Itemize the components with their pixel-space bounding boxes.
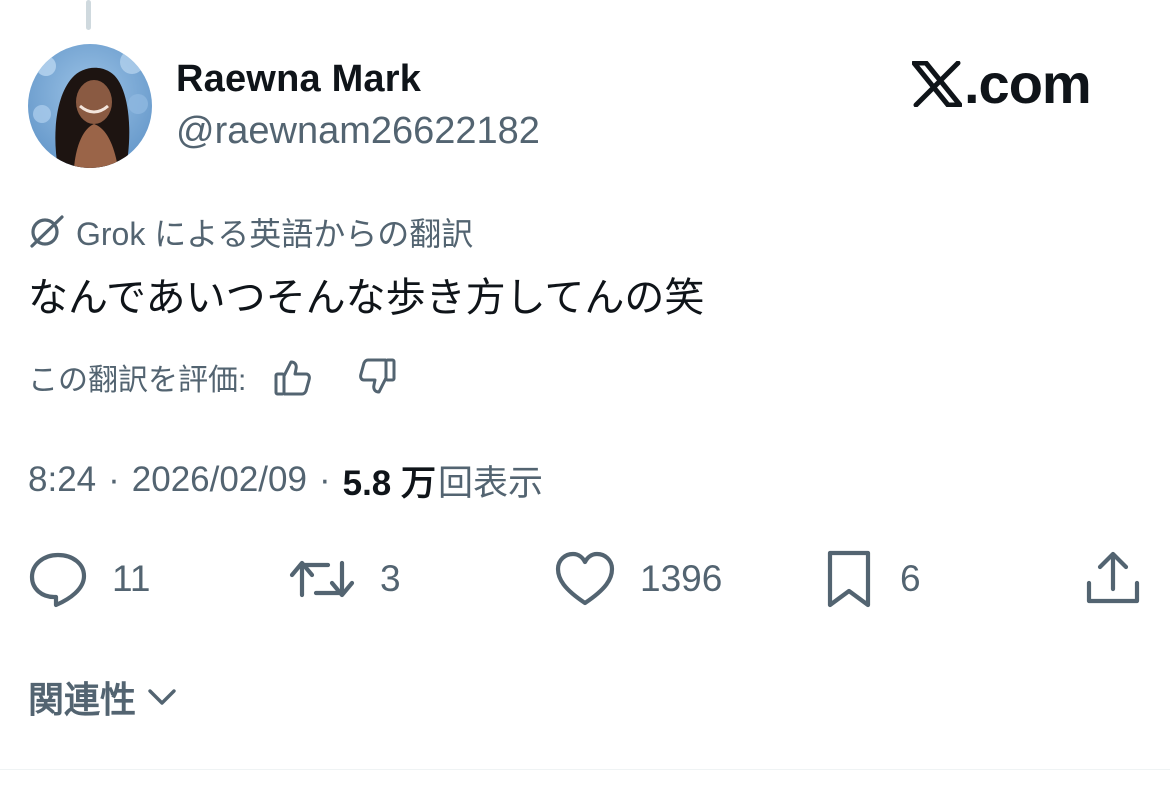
meta-separator: · [318,460,331,499]
views-count[interactable]: 5.8 万 [343,455,436,506]
bookmark-count: 6 [900,558,921,599]
sort-relevance-label: 関連性 [28,679,137,720]
translation-label-text: Grok による英語からの翻訳 [76,216,474,252]
thumbs-down-button[interactable] [356,356,398,398]
meta-separator: · [108,460,120,499]
like-button[interactable]: 1396 [554,548,722,610]
x-logo-domain-text: .com [964,52,1092,115]
tweet-detail: Raewna Mark @raewnam26622182 .com Grok に… [0,0,1170,791]
sort-relevance-button[interactable]: 関連性 [28,672,178,722]
x-com-logo: .com [912,52,1092,115]
tweet-time[interactable]: 8:24 [28,460,96,500]
user-display-name[interactable]: Raewna Mark [176,58,421,101]
thumbs-up-icon [274,360,312,396]
rate-translation-row: この翻訳を評価: [28,354,398,400]
bottom-divider [0,769,1170,770]
repost-button[interactable]: 3 [288,548,401,610]
bookmark-button[interactable]: 6 [824,548,921,610]
grok-icon [30,215,64,248]
share-icon [1086,551,1140,604]
translation-source-label: Grok による英語からの翻訳 [28,212,473,252]
share-button[interactable] [1084,548,1142,610]
heart-icon [555,551,615,606]
avatar[interactable] [28,44,152,168]
reply-button[interactable]: 11 [28,548,150,610]
tweet-meta: 8:24 · 2026/02/09 · 5.8 万 回表示 [28,458,543,503]
x-logo-icon [912,61,962,107]
rate-translation-label: この翻訳を評価: [28,364,247,397]
chevron-down-icon [148,689,176,705]
repost-icon [289,560,355,598]
reply-icon [29,552,87,608]
like-count: 1396 [640,558,723,599]
bookmark-icon [827,550,871,608]
repost-count: 3 [380,558,401,599]
thumbs-down-icon [359,358,396,394]
tweet-date[interactable]: 2026/02/09 [132,460,307,500]
reply-count: 11 [112,558,151,599]
views-label[interactable]: 回表示 [438,455,543,506]
action-bar: 11 3 1396 6 [0,548,1170,610]
thumbs-up-button[interactable] [272,356,314,398]
user-handle[interactable]: @raewnam26622182 [176,110,540,153]
thread-connector-line [86,0,91,30]
tweet-body-text: なんであいつそんな歩き方してんの笑 [28,276,705,320]
